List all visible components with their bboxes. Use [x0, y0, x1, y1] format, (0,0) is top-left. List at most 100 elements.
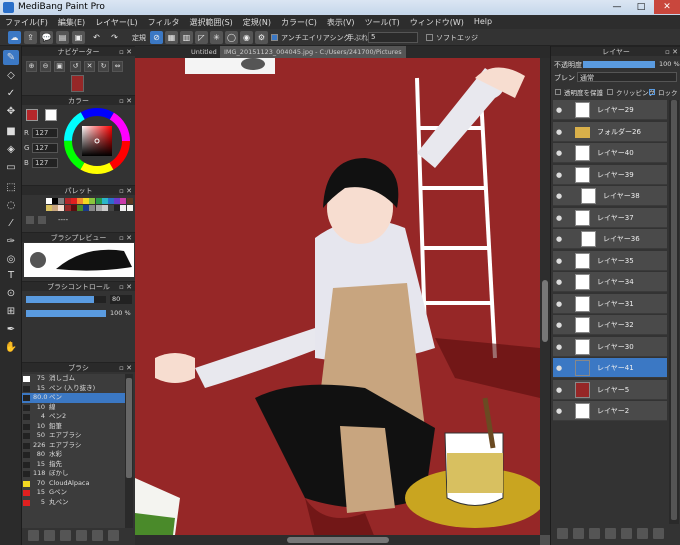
brush-size-value[interactable]: 80 — [110, 295, 132, 304]
menu-view[interactable]: 表示(V) — [322, 15, 360, 30]
redo-icon[interactable]: ↷ — [108, 31, 121, 44]
visibility-eye-icon[interactable]: ● — [556, 128, 564, 136]
palette-swatch[interactable] — [126, 198, 133, 204]
palette-swatch[interactable] — [120, 205, 127, 211]
new-layer-icon[interactable] — [557, 528, 568, 539]
palette-swatch[interactable] — [77, 198, 83, 204]
hand-tool-icon[interactable]: ✋ — [3, 340, 19, 355]
move-tool-icon[interactable]: ✥ — [3, 104, 19, 119]
stabilizer-select[interactable]: 5 — [368, 32, 418, 43]
b-input[interactable]: 127 — [32, 158, 58, 168]
vertical-scrollbar[interactable] — [540, 58, 550, 535]
palette-swatch[interactable] — [58, 198, 65, 204]
palette-swatch[interactable] — [52, 205, 59, 211]
visibility-eye-icon[interactable]: ● — [556, 235, 564, 243]
zoom-in-icon[interactable]: ⊕ — [26, 61, 37, 72]
panel-menu-icon[interactable]: ▫ ✕ — [119, 47, 132, 57]
clipping-checkbox[interactable] — [607, 89, 613, 95]
brush-item[interactable]: 5 丸ペン — [22, 498, 125, 508]
layer-item[interactable]: ● レイヤー2 — [553, 401, 667, 421]
lasso-tool-icon[interactable]: ◌ — [3, 198, 19, 213]
menu-edit[interactable]: 編集(E) — [53, 15, 90, 30]
maximize-button[interactable]: □ — [630, 0, 652, 14]
zoom-out-icon[interactable]: ⊖ — [40, 61, 51, 72]
layer-opacity-slider[interactable] — [583, 61, 655, 68]
visibility-eye-icon[interactable]: ● — [556, 192, 564, 200]
menu-color[interactable]: カラー(C) — [276, 15, 322, 30]
reset-view-icon[interactable]: ✕ — [84, 61, 95, 72]
new-file-icon[interactable]: ▤ — [56, 31, 69, 44]
palette-swatch[interactable] — [83, 205, 90, 211]
menu-filter[interactable]: フィルタ — [143, 15, 185, 30]
brush-item[interactable]: 15 Gペン — [22, 488, 125, 498]
visibility-eye-icon[interactable]: ● — [556, 386, 564, 394]
palette-swatch[interactable] — [95, 198, 102, 204]
layer-folder[interactable]: ● フォルダー26 — [553, 121, 667, 142]
rotate-left-icon[interactable]: ↺ — [70, 61, 81, 72]
brush-add-icon[interactable] — [44, 530, 55, 541]
visibility-eye-icon[interactable]: ● — [556, 278, 564, 286]
layer-item[interactable]: ● レイヤー40 — [553, 143, 667, 163]
layer-item[interactable]: ● レイヤー5 — [553, 379, 667, 400]
palette-swatch[interactable] — [89, 205, 96, 211]
palette-swatch[interactable] — [58, 205, 65, 211]
layer-item[interactable]: ● レイヤー35 — [553, 250, 667, 271]
palette-swatch[interactable] — [120, 198, 127, 204]
palette-swatch[interactable] — [114, 205, 121, 211]
tab-image[interactable]: IMG_20151123_004045.jpg - C:/Users/24170… — [220, 46, 406, 58]
visibility-eye-icon[interactable]: ● — [556, 171, 564, 179]
layer-item[interactable]: ● レイヤー30 — [553, 336, 667, 357]
panel-menu-icon[interactable]: ▫ ✕ — [665, 47, 678, 57]
pen-tool-icon[interactable]: ✎ — [3, 50, 19, 65]
visibility-eye-icon[interactable]: ● — [556, 300, 564, 308]
menu-window[interactable]: ウィンドウ(W) — [405, 15, 469, 30]
new-bw-layer-icon[interactable] — [589, 528, 600, 539]
copy-layer-icon[interactable] — [637, 528, 648, 539]
delete-layer-icon[interactable] — [653, 528, 664, 539]
panel-menu-icon[interactable]: ▫ ✕ — [119, 186, 132, 196]
ruler-ellipse-icon[interactable]: ◉ — [240, 31, 253, 44]
layer-item[interactable]: ● レイヤー36 — [553, 229, 667, 249]
menu-layer[interactable]: レイヤー(L) — [90, 15, 142, 30]
brush-item[interactable]: 15 ペン (入り抜き) — [22, 384, 125, 394]
brush-opacity-slider[interactable] — [26, 310, 106, 317]
brush-item[interactable]: 10 鉛筆 — [22, 422, 125, 432]
layer-up-icon[interactable] — [621, 528, 632, 539]
palette-swatch[interactable] — [70, 205, 77, 211]
brush-item[interactable]: 10 線 — [22, 403, 125, 413]
brush-copy-icon[interactable] — [92, 530, 103, 541]
minimize-button[interactable]: — — [606, 0, 628, 14]
visibility-eye-icon[interactable]: ● — [556, 407, 564, 415]
magic-wand-icon[interactable]: ⁄ — [3, 216, 19, 231]
horizontal-scrollbar[interactable] — [135, 535, 540, 545]
ruler-radial-icon[interactable]: ✳ — [210, 31, 223, 44]
ruler-line-icon[interactable]: ◸ — [195, 31, 208, 44]
menu-help[interactable]: Help — [469, 15, 497, 28]
shape-tool-icon[interactable]: ■ — [3, 124, 19, 139]
brush-item[interactable]: 15 指先 — [22, 460, 125, 470]
brush-size-slider[interactable] — [26, 296, 106, 303]
color-wheel[interactable] — [63, 107, 131, 175]
palette-add-icon[interactable] — [26, 216, 34, 224]
palette-swatch[interactable] — [46, 205, 52, 211]
rotate-right-icon[interactable]: ↻ — [98, 61, 109, 72]
lock-checkbox[interactable] — [649, 89, 655, 95]
r-input[interactable]: 127 — [32, 128, 58, 138]
gradient-tool-icon[interactable]: ▭ — [3, 160, 19, 175]
visibility-eye-icon[interactable]: ● — [556, 149, 564, 157]
visibility-eye-icon[interactable]: ● — [556, 321, 564, 329]
brush-item[interactable]: 80.0 ペン — [22, 393, 125, 403]
eyedropper-tool-icon[interactable]: ✒ — [3, 322, 19, 337]
layer-item[interactable]: ● レイヤー32 — [553, 315, 667, 335]
divide-tool-icon[interactable]: ⊞ — [3, 304, 19, 319]
brush-item[interactable]: 75 消しゴム — [22, 374, 125, 384]
canvas-artwork[interactable] — [135, 58, 540, 535]
antialias-checkbox[interactable] — [271, 34, 278, 41]
palette-swatch[interactable] — [83, 198, 90, 204]
brush-settings-icon[interactable] — [28, 530, 39, 541]
visibility-eye-icon[interactable]: ● — [556, 343, 564, 351]
brush-delete-icon[interactable] — [108, 530, 119, 541]
layer-item[interactable]: ● レイヤー39 — [553, 164, 667, 185]
palette-swatch[interactable] — [95, 205, 102, 211]
layer-item[interactable]: ● レイヤー34 — [553, 272, 667, 292]
